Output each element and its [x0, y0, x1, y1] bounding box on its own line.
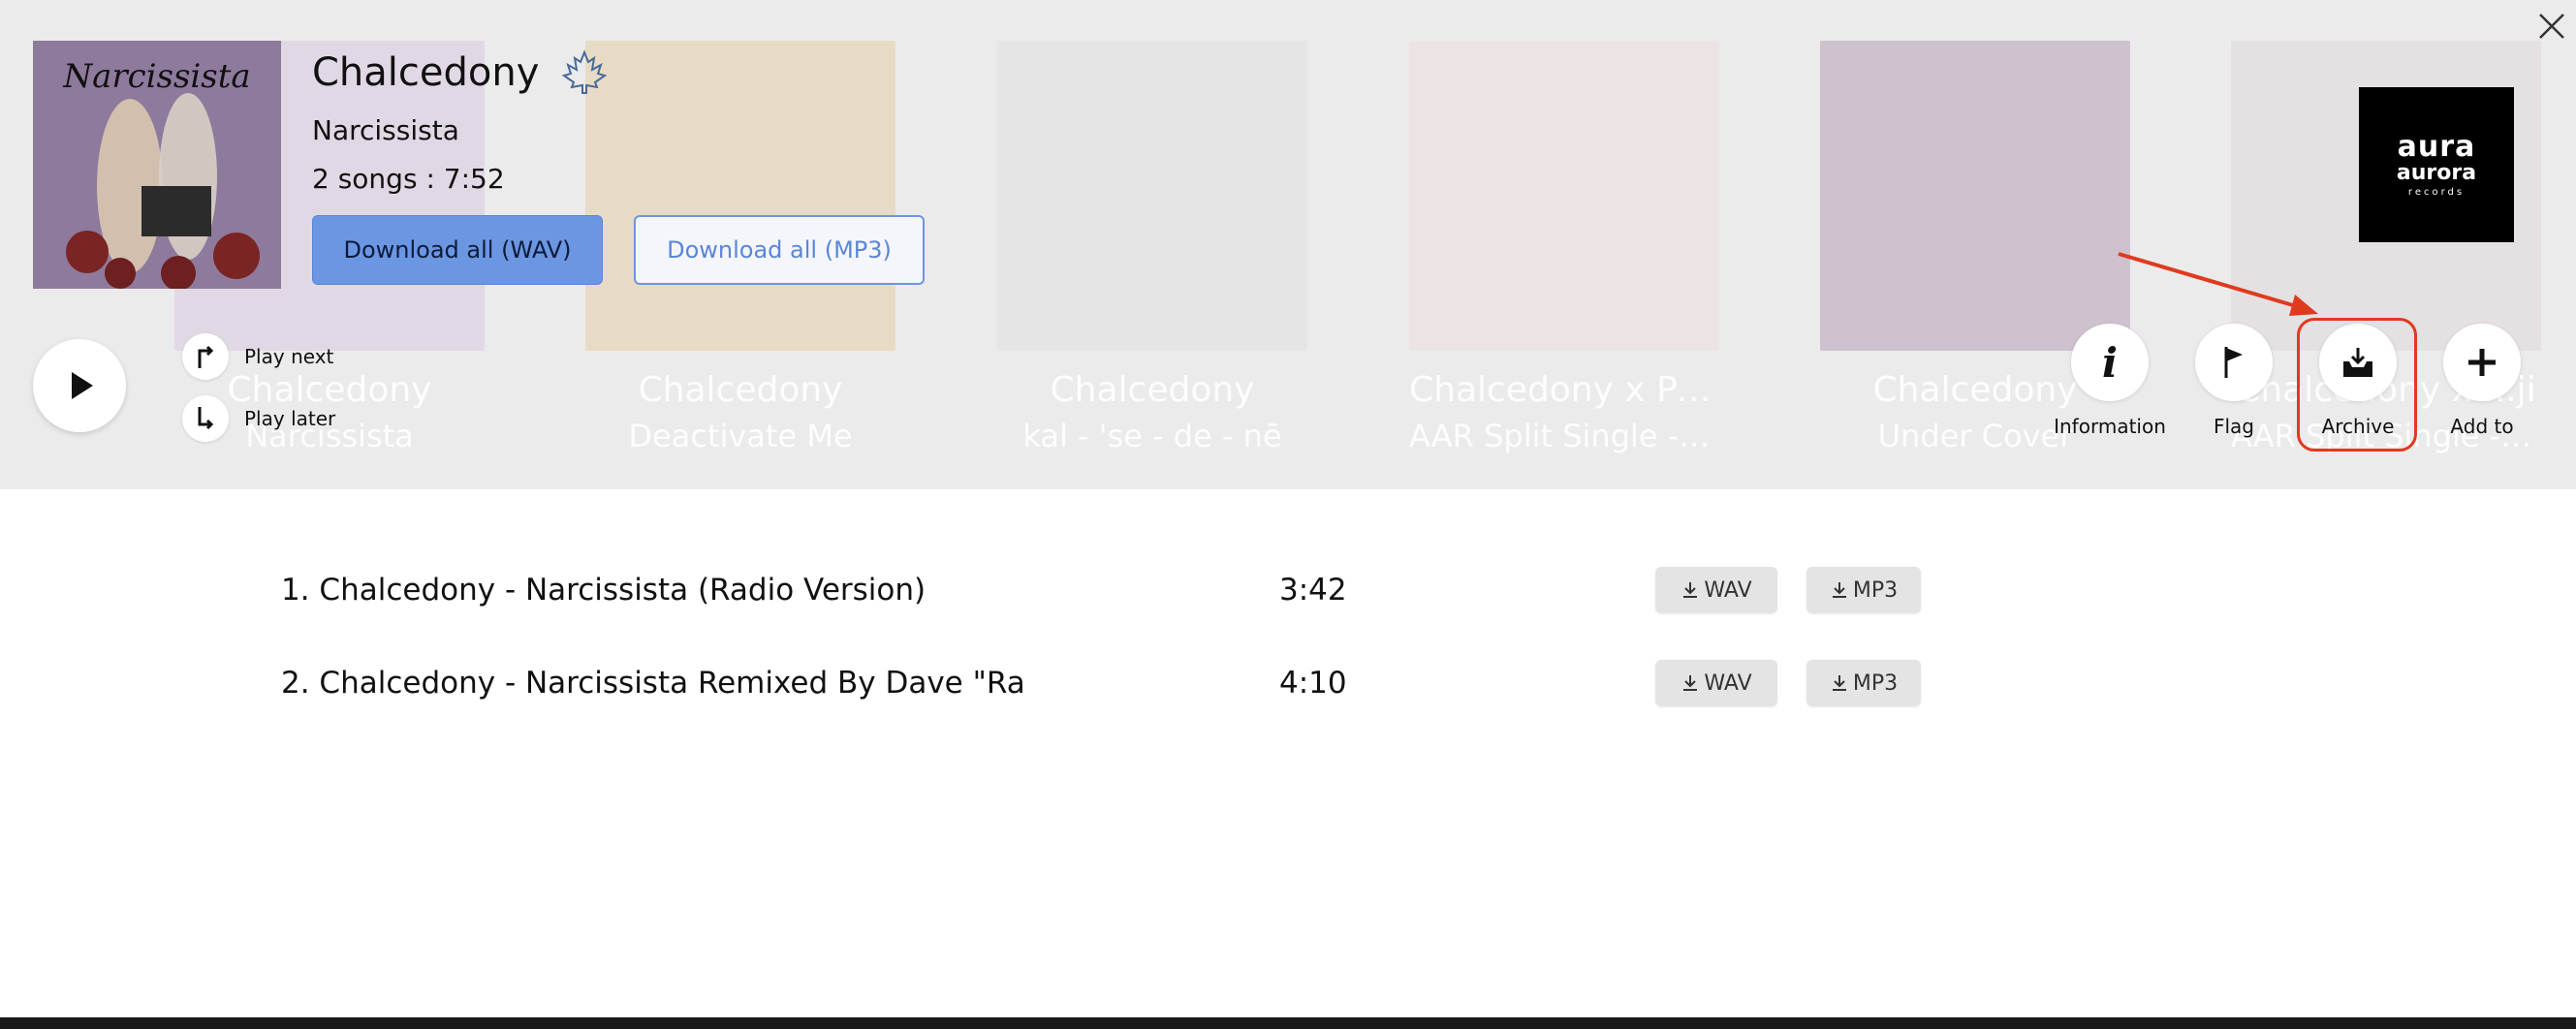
play-next-button[interactable]: Play next [182, 333, 333, 380]
bottom-bar [0, 1017, 2576, 1029]
bg-album-subtitle: AAR Split Single - D... [1409, 418, 1719, 454]
information-button[interactable]: i Information [2047, 324, 2173, 438]
track-title[interactable]: 2. Chalcedony - Narcissista Remixed By D… [281, 666, 1025, 701]
close-icon[interactable] [2535, 10, 2568, 43]
info-icon: i [2071, 324, 2149, 401]
artist-name: Chalcedony [312, 50, 540, 95]
download-icon [1832, 582, 1846, 598]
logo-line3: records [2407, 186, 2466, 198]
bg-album-title: Chalcedony x Pet... [1409, 370, 1719, 410]
download-wav-button[interactable]: WAV [1655, 567, 1777, 613]
download-icon [1683, 582, 1698, 598]
play-next-icon [182, 333, 229, 380]
play-button[interactable] [33, 339, 126, 432]
track-duration: 4:10 [1279, 666, 1347, 701]
logo-line2: aurora [2396, 160, 2477, 185]
archive-icon [2319, 324, 2397, 401]
download-mp3-button[interactable]: MP3 [1806, 660, 1921, 706]
mp3-label: MP3 [1852, 577, 1899, 603]
bg-album-card[interactable]: Chalcedony kal - 'se - de - nē [997, 41, 1307, 454]
album-title: Narcissista [312, 114, 459, 146]
songs-count-duration: 2 songs : 7:52 [312, 163, 505, 195]
plus-icon [2443, 324, 2521, 401]
download-all-mp3-button[interactable]: Download all (MP3) [634, 215, 925, 285]
bg-album-cover [1820, 41, 2130, 351]
record-label-logo[interactable]: aura aurora records [2359, 87, 2514, 242]
track-title[interactable]: 1. Chalcedony - Narcissista (Radio Versi… [281, 573, 926, 608]
bg-album-title: Chalcedony [1050, 370, 1255, 410]
download-wav-button[interactable]: WAV [1655, 660, 1777, 706]
bg-album-cover [1409, 41, 1719, 351]
play-later-icon [182, 395, 229, 442]
bg-album-cover [997, 41, 1307, 351]
cover-title: Narcissista [62, 57, 250, 96]
download-icon [1832, 675, 1846, 691]
archive-button[interactable]: Archive [2295, 324, 2421, 438]
album-header: Chalcedony Narcissista Chalcedony Deacti… [0, 0, 2576, 489]
download-mp3-button[interactable]: MP3 [1806, 567, 1921, 613]
wav-label: WAV [1704, 577, 1752, 603]
add-to-button[interactable]: Add to [2419, 324, 2545, 438]
logo-line1: aura [2397, 129, 2476, 164]
bg-album-title: Chalcedony [638, 370, 843, 410]
bg-album-subtitle: kal - 'se - de - nē [1022, 418, 1282, 454]
album-cover: Narcissista [33, 41, 281, 289]
play-later-button[interactable]: Play later [182, 395, 335, 442]
download-all-wav-button[interactable]: Download all (WAV) [312, 215, 603, 285]
action-label: Information [2054, 415, 2166, 438]
bg-album-cover [585, 41, 895, 351]
play-icon [72, 372, 93, 399]
action-label: Flag [2213, 415, 2254, 438]
flag-button[interactable]: Flag [2171, 324, 2297, 438]
track-duration: 3:42 [1279, 573, 1347, 608]
action-label: Archive [2321, 415, 2395, 438]
play-next-label: Play next [244, 345, 334, 368]
bg-album-card[interactable]: Chalcedony x Pet... AAR Split Single - D… [1409, 41, 1719, 454]
wav-label: WAV [1704, 670, 1752, 696]
maple-leaf-icon [560, 48, 609, 97]
download-icon [1683, 675, 1698, 691]
action-label: Add to [2450, 415, 2514, 438]
track-row[interactable]: 1. Chalcedony - Narcissista (Radio Versi… [281, 567, 1929, 625]
flag-icon [2195, 324, 2273, 401]
mp3-label: MP3 [1852, 670, 1899, 696]
track-row[interactable]: 2. Chalcedony - Narcissista Remixed By D… [281, 660, 1929, 718]
bg-album-subtitle: Deactivate Me [628, 418, 853, 454]
play-later-label: Play later [244, 407, 336, 430]
